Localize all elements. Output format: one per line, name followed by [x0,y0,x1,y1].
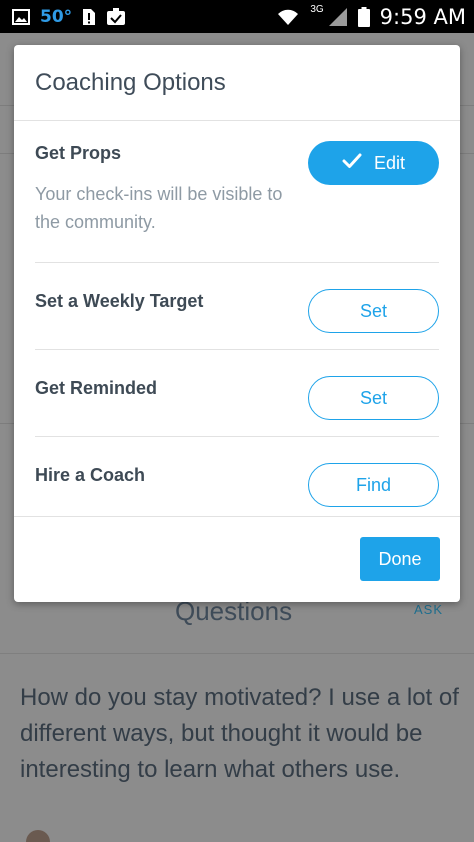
bg-divider [0,423,14,424]
status-left: 50° [12,7,126,27]
get-props-label: Get Props [35,143,122,163]
set-weekly-target-button[interactable]: Set [308,289,439,333]
option-divider [35,436,439,437]
dialog-title: Coaching Options [35,69,226,96]
checkmark-icon [342,153,362,174]
set-reminder-button[interactable]: Set [308,376,439,420]
option-divider [35,349,439,350]
battery-icon [357,6,370,27]
ask-link[interactable]: ASK [414,602,443,617]
get-props-description: Your check-ins will be visible to the co… [35,184,283,232]
edit-button-label: Edit [373,152,406,173]
coaching-options-dialog: Coaching Options Get Props Your check-in… [14,45,460,602]
find-coach-button[interactable]: Find [308,463,439,507]
bg-divider [0,153,14,154]
bg-divider [460,153,474,154]
sim-alert-icon [82,8,96,26]
edit-props-button[interactable]: Edit [308,141,439,185]
status-right: 3G 9:59 AM [276,4,466,29]
bg-divider [0,105,14,106]
hire-coach-label: Hire a Coach [35,465,146,485]
weather-temperature: 50° [40,6,73,27]
bg-divider [460,105,474,106]
get-reminded-label: Get Reminded [35,378,158,398]
gallery-notification-icon [12,8,30,25]
network-type: 3G [310,4,324,15]
footer-divider [14,516,460,517]
question-text[interactable]: How do you stay motivated? I use a lot o… [20,680,460,788]
clock: 9:59 AM [379,4,466,29]
weekly-target-label: Set a Weekly Target [35,291,204,311]
option-divider [35,262,439,263]
done-button[interactable]: Done [360,537,440,581]
wifi-icon [276,7,300,27]
title-divider [14,120,460,121]
bg-divider [460,423,474,424]
bg-section-divider [0,653,474,654]
signal-icon [328,7,348,27]
clipboard-check-icon [106,7,126,26]
status-bar: 50° 3G 9:59 AM [0,0,474,33]
